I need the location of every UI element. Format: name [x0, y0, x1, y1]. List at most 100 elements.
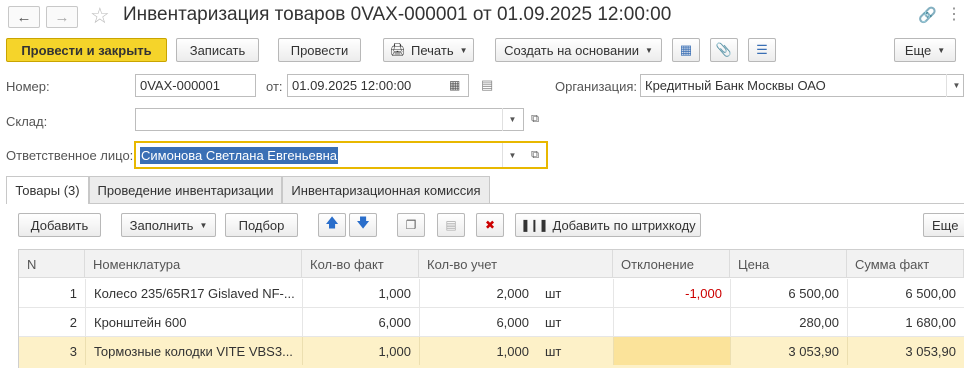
fill-button[interactable]: Заполнить ▼ — [121, 213, 216, 237]
row-qty-account: 2,000 — [419, 279, 537, 307]
row-sum: 6 500,00 — [847, 279, 964, 307]
chevron-down-icon: ▼ — [644, 45, 653, 55]
row-sum: 1 680,00 — [847, 308, 964, 336]
arrow-up-icon: 🡅 — [325, 215, 339, 230]
table-row[interactable]: 2 Кронштейн 600 6,000 6,000 шт 280,00 1 … — [19, 308, 964, 337]
row-deviation — [613, 308, 730, 336]
organization-dropdown-icon[interactable]: ▼ — [946, 74, 964, 97]
write-button[interactable]: Записать — [176, 38, 259, 62]
row-sum: 3 053,90 — [847, 337, 964, 365]
column-header-deviation[interactable]: Отклонение — [613, 250, 730, 278]
row-deviation[interactable] — [613, 337, 730, 365]
arrow-right-icon: → — [54, 8, 70, 26]
tab-inventory-commission[interactable]: Инвентаризационная комиссия — [282, 176, 490, 203]
warehouse-field[interactable] — [135, 108, 524, 131]
column-header-nomenclature[interactable]: Номенклатура — [85, 250, 302, 278]
paste-button[interactable]: ▤ — [437, 213, 465, 237]
attach-button[interactable]: 📎 — [710, 38, 738, 62]
structure-button[interactable]: ▦ — [672, 38, 700, 62]
add-by-barcode-button[interactable]: ❚❙❚ Добавить по штрихкоду — [515, 213, 701, 237]
add-button[interactable]: Добавить — [18, 213, 101, 237]
table-row[interactable]: 1 Колесо 235/65R17 Gislaved NF-... 1,000… — [19, 279, 964, 308]
create-based-label: Создать на основании — [504, 42, 639, 58]
date-value: 01.09.2025 12:00:00 — [292, 78, 412, 93]
table-more-button[interactable]: Еще — [923, 213, 964, 237]
responsible-open-icon[interactable]: ⧉ — [527, 147, 543, 163]
responsible-label: Ответственное лицо: — [6, 148, 134, 163]
row-nomenclature: Колесо 235/65R17 Gislaved NF-... — [85, 279, 302, 307]
copy-icon: ❐ — [405, 218, 417, 232]
responsible-value: Симонова Светлана Евгеньевна — [140, 146, 339, 164]
row-price: 3 053,90 — [730, 337, 847, 365]
row-number: 2 — [69, 314, 77, 330]
organization-value: Кредитный Банк Москвы ОАО — [645, 78, 826, 93]
fill-label: Заполнить — [129, 217, 194, 233]
move-down-button[interactable]: 🡇 — [349, 213, 377, 237]
barcode-label: Добавить по штрихкоду — [552, 217, 696, 233]
move-up-button[interactable]: 🡅 — [318, 213, 346, 237]
row-qty-fact: 6,000 — [302, 308, 419, 336]
forward-button[interactable]: → — [46, 6, 78, 28]
column-header-n[interactable]: N — [19, 250, 85, 278]
window-title: Инвентаризация товаров 0VAX-000001 от 01… — [123, 4, 672, 25]
number-field[interactable]: 0VAX-000001 — [135, 74, 256, 97]
create-based-on-button[interactable]: Создать на основании ▼ — [495, 38, 662, 62]
paste-icon: ▤ — [445, 218, 457, 232]
row-number: 3 — [69, 343, 77, 359]
print-button[interactable]: 🖨 Печать ▼ — [383, 38, 474, 62]
copy-button[interactable]: ❐ — [397, 213, 425, 237]
hierarchy-icon: ▦ — [679, 42, 693, 57]
print-label: Печать — [411, 42, 454, 58]
post-button[interactable]: Провести — [278, 38, 361, 62]
calendar-icon[interactable]: ▦ — [449, 78, 460, 92]
warehouse-dropdown-icon[interactable]: ▼ — [502, 108, 522, 131]
row-qty-account: 1,000 — [419, 337, 537, 365]
arrow-left-icon: ← — [16, 8, 32, 26]
column-header-sum-fact[interactable]: Сумма факт — [847, 250, 964, 278]
pick-button[interactable]: Подбор — [225, 213, 298, 237]
row-unit: шт — [545, 343, 562, 359]
tabs-baseline — [6, 203, 964, 204]
column-header-qty-fact[interactable]: Кол-во факт — [302, 250, 419, 278]
table-more-label: Еще — [932, 217, 959, 233]
arrow-down-icon: 🡇 — [356, 215, 370, 230]
more-label: Еще — [904, 42, 932, 58]
favorite-star-icon[interactable]: ☆ — [90, 3, 110, 29]
tab-inventory-posting[interactable]: Проведение инвентаризации — [89, 176, 282, 203]
document-list-icon: ☰ — [756, 42, 768, 57]
warehouse-open-icon[interactable]: ⧉ — [527, 111, 543, 127]
row-number: 1 — [69, 285, 77, 301]
paperclip-icon: 📎 — [715, 42, 733, 57]
responsible-dropdown-icon[interactable]: ▼ — [502, 143, 522, 167]
chevron-down-icon: ▼ — [199, 220, 208, 230]
responsible-field[interactable]: Симонова Светлана Евгеньевна — [134, 141, 548, 169]
row-qty-fact: 1,000 — [302, 279, 419, 307]
date-label: от: — [266, 79, 283, 94]
number-label: Номер: — [6, 79, 50, 94]
organization-field[interactable]: Кредитный Банк Москвы ОАО — [640, 74, 964, 97]
row-qty-fact: 1,000 — [302, 337, 419, 365]
date-field[interactable]: 01.09.2025 12:00:00 — [287, 74, 469, 97]
delete-button[interactable]: ✖ — [476, 213, 504, 237]
comment-icon[interactable]: ▤ — [481, 77, 493, 93]
report-button[interactable]: ☰ — [748, 38, 776, 62]
tab-goods[interactable]: Товары (3) — [6, 176, 89, 204]
row-price: 6 500,00 — [730, 279, 847, 307]
table-row-selected[interactable]: 3 Тормозные колодки VITE VBS3... 1,000 1… — [19, 337, 964, 368]
kebab-menu-icon[interactable]: ⋮ — [946, 4, 962, 24]
back-button[interactable]: ← — [8, 6, 40, 28]
row-nomenclature: Кронштейн 600 — [85, 308, 302, 336]
warehouse-label: Склад: — [6, 114, 48, 129]
organization-label: Организация: — [555, 79, 638, 94]
chevron-down-icon: ▼ — [459, 45, 468, 55]
barcode-icon: ❚❙❚ — [520, 218, 548, 232]
row-price: 280,00 — [730, 308, 847, 336]
post-and-close-button[interactable]: Провести и закрыть — [6, 38, 167, 62]
column-header-qty-account[interactable]: Кол-во учет — [419, 250, 613, 278]
link-icon[interactable]: 🔗 — [918, 6, 937, 24]
more-button[interactable]: Еще ▼ — [894, 38, 956, 62]
delete-icon: ✖ — [484, 218, 496, 232]
chevron-down-icon: ▼ — [937, 45, 946, 55]
column-header-price[interactable]: Цена — [730, 250, 847, 278]
printer-icon: 🖨 — [389, 42, 406, 57]
